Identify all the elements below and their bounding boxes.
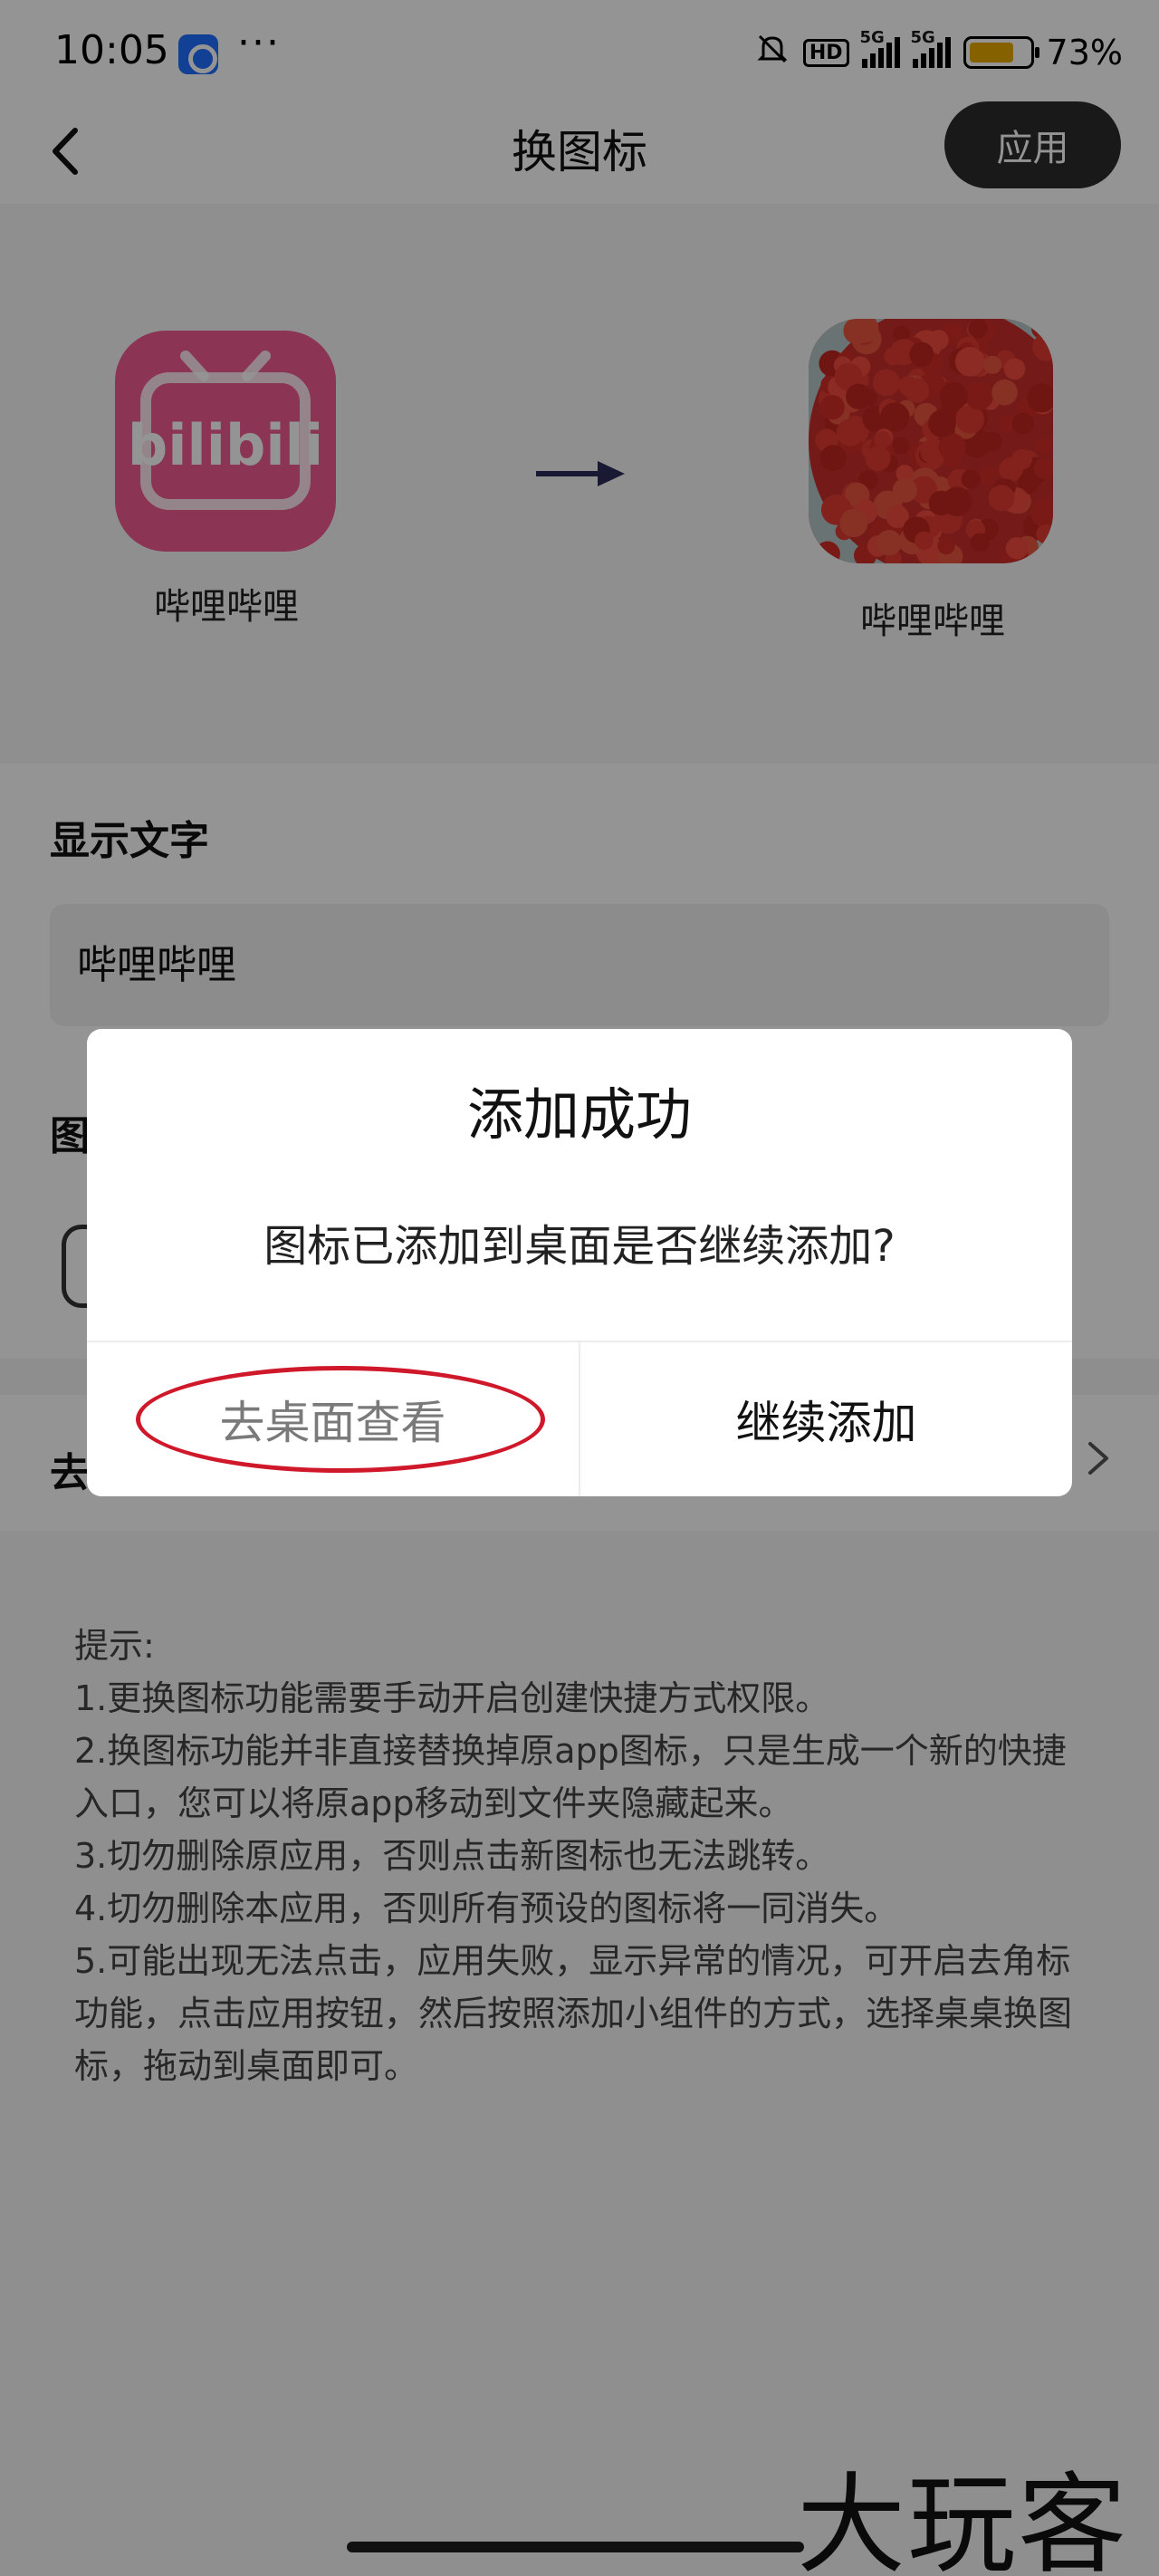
continue-adding-button[interactable]: 继续添加: [580, 1342, 1072, 1496]
modal-scrim-top: [0, 0, 1159, 204]
page: 10:05 ··· HD 5G 5G 73% 换图标 应用 bilibili 哔…: [0, 0, 1159, 2576]
home-indicator[interactable]: [347, 2542, 804, 2552]
dialog-message: 图标已添加到桌面是否继续添加?: [263, 1221, 896, 1272]
highlight-ellipse: [136, 1366, 545, 1473]
dialog-title: 添加成功: [466, 1081, 692, 1148]
watermark: 大玩客: [797, 2463, 1128, 2576]
